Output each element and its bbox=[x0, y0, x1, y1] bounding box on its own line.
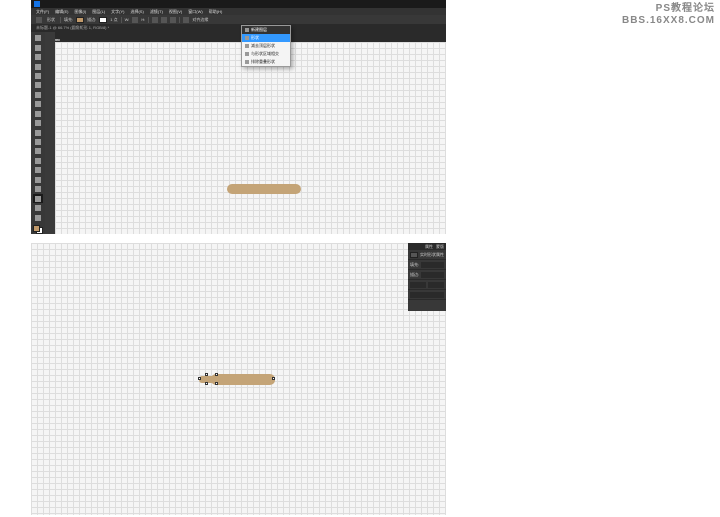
anchor-point[interactable] bbox=[205, 373, 208, 376]
radius-field[interactable] bbox=[410, 292, 444, 298]
canvas-zoom[interactable]: 属性 蒙版 实时形状属性 填充: 描边: bbox=[31, 243, 446, 515]
titlebar bbox=[31, 0, 446, 8]
watermark-line2: BBS.16XX8.COM bbox=[622, 15, 715, 27]
dodge-tool[interactable] bbox=[33, 157, 43, 165]
align-edges-checkbox[interactable]: 对齐边缘 bbox=[192, 17, 208, 23]
heal-tool[interactable] bbox=[33, 91, 43, 99]
tab-properties[interactable]: 属性 bbox=[425, 244, 433, 250]
intersect-icon bbox=[245, 52, 249, 56]
gear-icon[interactable] bbox=[183, 17, 189, 23]
dropdown-header: 新建图层 bbox=[242, 26, 290, 34]
fill-field[interactable] bbox=[421, 262, 444, 268]
anchor-point[interactable] bbox=[198, 377, 201, 380]
stroke-label: 描边: bbox=[87, 17, 96, 23]
menu-view[interactable]: 视图(V) bbox=[169, 9, 182, 15]
menu-image[interactable]: 图像(I) bbox=[74, 9, 86, 15]
shape-mode-select[interactable]: 形状 bbox=[45, 17, 57, 23]
dropdown-item-intersect[interactable]: 与形状区域相交 bbox=[242, 50, 290, 58]
combine-icon bbox=[245, 36, 249, 40]
brush-tool[interactable] bbox=[33, 100, 43, 108]
color-picker[interactable] bbox=[33, 225, 43, 234]
lasso-tool[interactable] bbox=[33, 53, 43, 61]
menubar[interactable]: 文件(F) 编辑(E) 图像(I) 图层(L) 文字(Y) 选择(S) 滤镜(T… bbox=[31, 8, 446, 15]
dropdown-item-subtract[interactable]: 减去顶层形状 bbox=[242, 42, 290, 50]
menu-type[interactable]: 文字(Y) bbox=[111, 9, 124, 15]
rounded-rect-shape[interactable] bbox=[227, 184, 301, 194]
marquee-tool[interactable] bbox=[33, 43, 43, 51]
path-operations-dropdown: 新建图层 形状 减去顶层形状 与形状区域相交 排除重叠形状 bbox=[241, 25, 291, 67]
shape-tool[interactable] bbox=[33, 194, 43, 202]
anchor-point[interactable] bbox=[205, 382, 208, 385]
fill-row: 填充: bbox=[408, 260, 446, 270]
wand-tool[interactable] bbox=[33, 62, 43, 70]
new-layer-icon bbox=[245, 28, 249, 32]
h-label: H: bbox=[141, 17, 145, 22]
zoom-tool[interactable] bbox=[33, 213, 43, 221]
eraser-tool[interactable] bbox=[33, 128, 43, 136]
w-field[interactable] bbox=[410, 282, 426, 288]
ruler-origin bbox=[45, 32, 55, 42]
path-ops-icon[interactable] bbox=[152, 17, 158, 23]
pen-tool[interactable] bbox=[33, 166, 43, 174]
dropdown-item-exclude[interactable]: 排除重叠形状 bbox=[242, 58, 290, 66]
subtract-icon bbox=[245, 44, 249, 48]
menu-window[interactable]: 窗口(W) bbox=[188, 9, 202, 15]
options-bar: 形状 填充: 描边: 1 点 W: H: 对齐边缘 bbox=[31, 15, 446, 24]
radius-row bbox=[408, 290, 446, 300]
align-icon[interactable] bbox=[161, 17, 167, 23]
exclude-icon bbox=[245, 60, 249, 64]
menu-file[interactable]: 文件(F) bbox=[36, 9, 49, 15]
menu-filter[interactable]: 滤镜(T) bbox=[150, 9, 163, 15]
menu-edit[interactable]: 编辑(E) bbox=[55, 9, 68, 15]
anchor-point[interactable] bbox=[215, 382, 218, 385]
doc-tab[interactable]: 未标题-1 @ 66.7% (圆角矩形 1, RGB/8) * bbox=[36, 25, 109, 31]
stroke-field[interactable] bbox=[421, 272, 444, 278]
tab-masks[interactable]: 蒙版 bbox=[436, 244, 444, 250]
photoshop-window-bottom: 属性 蒙版 实时形状属性 填充: 描边: bbox=[31, 243, 446, 515]
stroke-swatch[interactable] bbox=[99, 17, 107, 23]
gradient-tool[interactable] bbox=[33, 138, 43, 146]
crop-tool[interactable] bbox=[33, 72, 43, 80]
h-field[interactable] bbox=[428, 282, 444, 288]
anchor-point[interactable] bbox=[272, 377, 275, 380]
fill-label: 填充: bbox=[64, 17, 73, 23]
w-label: W: bbox=[125, 17, 130, 22]
blur-tool[interactable] bbox=[33, 147, 43, 155]
menu-layer[interactable]: 图层(L) bbox=[92, 9, 105, 15]
menu-help[interactable]: 帮助(H) bbox=[209, 9, 223, 15]
photoshop-window-top: 文件(F) 编辑(E) 图像(I) 图层(L) 文字(Y) 选择(S) 滤镜(T… bbox=[31, 0, 446, 234]
ps-logo-icon bbox=[34, 1, 40, 7]
shape-properties-row: 实时形状属性 bbox=[408, 250, 446, 260]
canvas[interactable] bbox=[55, 42, 446, 234]
shape-type-icon bbox=[410, 252, 418, 258]
dropdown-item-shape[interactable]: 形状 bbox=[242, 34, 290, 42]
properties-panel: 属性 蒙版 实时形状属性 填充: 描边: bbox=[408, 243, 446, 311]
menu-select[interactable]: 选择(S) bbox=[130, 9, 143, 15]
arrange-icon[interactable] bbox=[170, 17, 176, 23]
dimensions-row bbox=[408, 280, 446, 290]
type-tool[interactable] bbox=[33, 176, 43, 184]
ruler-vertical bbox=[45, 42, 55, 234]
document-tabs[interactable]: 未标题-1 @ 66.7% (圆角矩形 1, RGB/8) * bbox=[31, 24, 446, 32]
stamp-tool[interactable] bbox=[33, 110, 43, 118]
fg-color-swatch[interactable] bbox=[33, 225, 40, 232]
stroke-row: 描边: bbox=[408, 270, 446, 280]
anchor-point[interactable] bbox=[215, 373, 218, 376]
move-tool[interactable] bbox=[33, 34, 43, 42]
stroke-width[interactable]: 1 点 bbox=[110, 17, 117, 23]
path-select-tool[interactable] bbox=[33, 185, 43, 193]
link-icon[interactable] bbox=[132, 17, 138, 23]
eyedropper-tool[interactable] bbox=[33, 81, 43, 89]
panel-tabs[interactable]: 属性 蒙版 bbox=[408, 243, 446, 250]
tool-preset-icon[interactable] bbox=[36, 17, 42, 23]
watermark-line1: PS教程论坛 bbox=[622, 3, 715, 15]
toolbox bbox=[31, 32, 45, 234]
history-brush-tool[interactable] bbox=[33, 119, 43, 127]
fill-swatch[interactable] bbox=[76, 17, 84, 23]
edited-shape[interactable] bbox=[199, 374, 275, 385]
hand-tool[interactable] bbox=[33, 204, 43, 212]
